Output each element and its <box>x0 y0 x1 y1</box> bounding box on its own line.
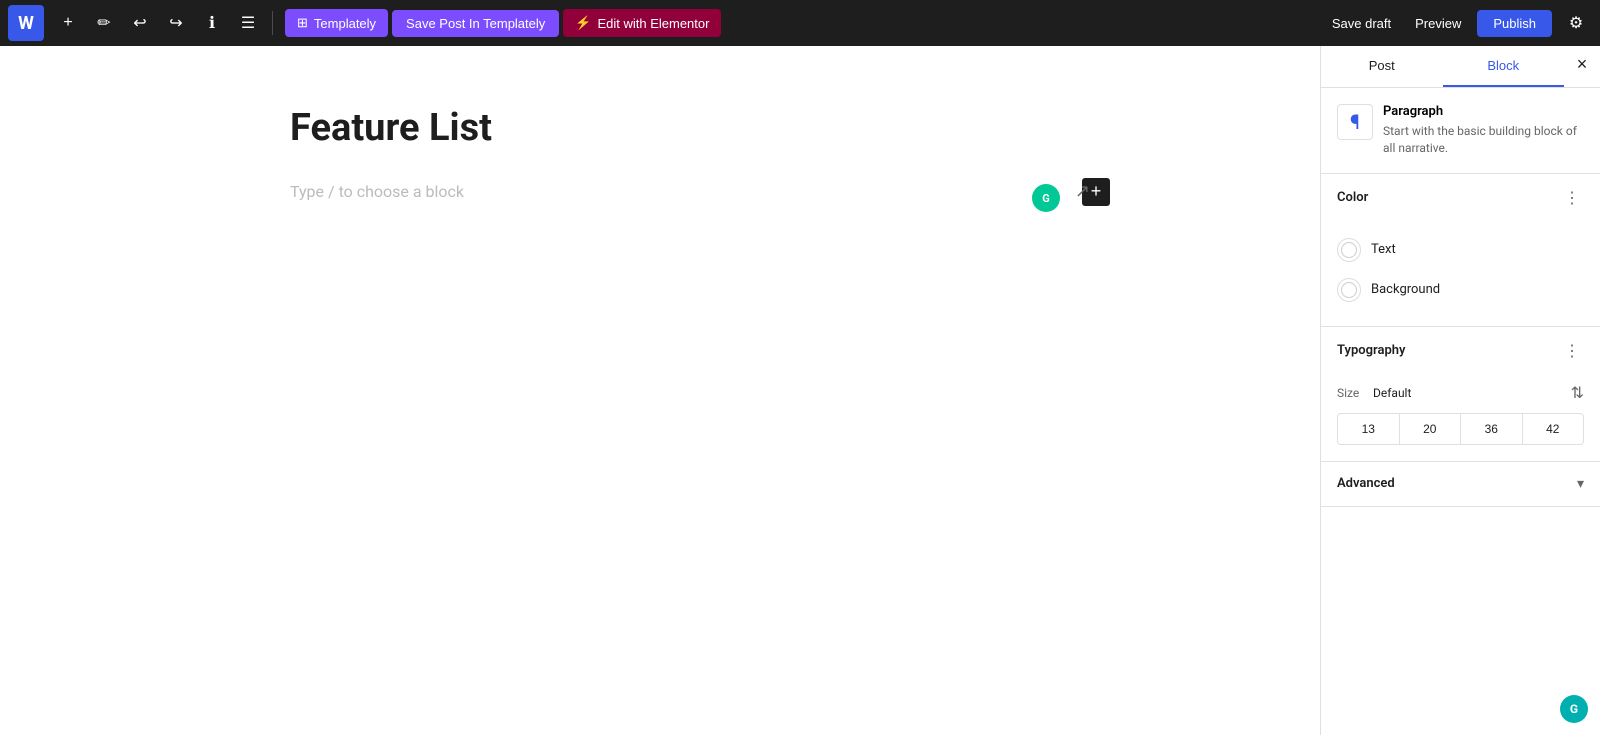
text-color-swatch[interactable] <box>1337 238 1361 262</box>
tab-block-label: Block <box>1487 58 1519 73</box>
background-color-swatch[interactable] <box>1337 278 1361 302</box>
publish-label: Publish <box>1493 16 1536 31</box>
font-size-preset-13[interactable]: 13 <box>1338 414 1400 444</box>
block-info-text: Paragraph Start with the basic building … <box>1383 104 1584 157</box>
typography-section-header[interactable]: Typography ⋮ <box>1321 327 1600 375</box>
add-block-toolbar-button[interactable]: + <box>52 7 84 39</box>
text-color-inner <box>1341 242 1357 258</box>
block-paragraph-icon: ¶ <box>1337 104 1373 140</box>
sidebar: Post Block × ¶ Paragraph Start with the … <box>1320 46 1600 735</box>
main-layout: Feature List Type / to choose a block + … <box>0 46 1600 735</box>
color-section-actions: ⋮ <box>1560 186 1584 210</box>
settings-button[interactable]: ⚙ <box>1560 7 1592 39</box>
save-draft-label: Save draft <box>1332 16 1391 31</box>
background-color-inner <box>1341 282 1357 298</box>
save-draft-button[interactable]: Save draft <box>1324 10 1399 37</box>
font-size-preset-36[interactable]: 36 <box>1461 414 1523 444</box>
typography-section-label: Typography <box>1337 343 1406 358</box>
block-placeholder[interactable]: Type / to choose a block + <box>290 182 1030 201</box>
font-size-presets: 13 20 36 42 <box>1337 413 1584 445</box>
grammarly-bottom-badge[interactable]: G <box>1560 695 1588 723</box>
tab-block[interactable]: Block <box>1443 46 1565 87</box>
add-block-inline-button[interactable]: + <box>1082 178 1110 206</box>
grammarly-title-badge: G <box>1032 184 1060 212</box>
typography-section-menu-button[interactable]: ⋮ <box>1560 339 1584 363</box>
editor-area[interactable]: Feature List Type / to choose a block + … <box>0 46 1320 735</box>
font-size-preset-42[interactable]: 42 <box>1523 414 1584 444</box>
block-info: ¶ Paragraph Start with the basic buildin… <box>1321 88 1600 174</box>
color-section-header[interactable]: Color ⋮ <box>1321 174 1600 222</box>
preview-button[interactable]: Preview <box>1407 10 1469 37</box>
color-section-label: Color <box>1337 190 1368 205</box>
font-size-value: Default <box>1373 386 1563 400</box>
color-option-background: Background <box>1337 270 1584 310</box>
color-section-body: Text Background <box>1321 222 1600 326</box>
save-post-templately-button[interactable]: Save Post In Templately <box>392 10 559 37</box>
typography-section-actions: ⋮ <box>1560 339 1584 363</box>
undo-button[interactable]: ↩ <box>124 7 156 39</box>
editor-content: Feature List Type / to choose a block + <box>250 106 1070 201</box>
placeholder-text: Type / to choose a block <box>290 182 464 201</box>
advanced-chevron-icon: ▾ <box>1577 476 1584 492</box>
block-description: Start with the basic building block of a… <box>1383 123 1584 157</box>
font-size-row: Size Default ⇅ <box>1337 383 1584 403</box>
save-post-label: Save Post In Templately <box>406 16 545 31</box>
toolbar-right: Save draft Preview Publish ⚙ <box>1324 7 1592 39</box>
close-icon: × <box>1577 54 1588 75</box>
sidebar-close-button[interactable]: × <box>1564 46 1600 82</box>
post-title[interactable]: Feature List <box>290 106 1030 150</box>
color-section-menu-button[interactable]: ⋮ <box>1560 186 1584 210</box>
templately-icon: ⊞ <box>297 15 308 31</box>
toolbar-divider-1 <box>272 11 273 35</box>
font-size-label: Size <box>1337 386 1365 400</box>
advanced-section: Advanced ▾ <box>1321 462 1600 507</box>
block-name: Paragraph <box>1383 104 1584 119</box>
font-size-adjust-button[interactable]: ⇅ <box>1571 383 1584 403</box>
sidebar-tabs: Post Block × <box>1321 46 1600 88</box>
tab-post-label: Post <box>1369 58 1395 73</box>
typography-section-body: Size Default ⇅ 13 20 36 42 <box>1321 375 1600 461</box>
color-section: Color ⋮ Text Background <box>1321 174 1600 327</box>
templately-button[interactable]: ⊞ Templately <box>285 9 388 37</box>
advanced-section-header[interactable]: Advanced ▾ <box>1321 462 1600 506</box>
elementor-icon: ⚡ <box>575 15 591 31</box>
tab-post[interactable]: Post <box>1321 46 1443 87</box>
edit-elementor-button[interactable]: ⚡ Edit with Elementor <box>563 9 721 37</box>
background-color-label: Background <box>1371 282 1440 297</box>
toolbar: W + ✏ ↩ ↪ ℹ ☰ ⊞ Templately Save Post In … <box>0 0 1600 46</box>
preview-label: Preview <box>1415 16 1461 31</box>
text-color-label: Text <box>1371 242 1396 257</box>
info-button[interactable]: ℹ <box>196 7 228 39</box>
wp-logo[interactable]: W <box>8 5 44 41</box>
paragraph-icon: ¶ <box>1350 110 1360 134</box>
settings-icon: ⚙ <box>1569 13 1583 33</box>
elementor-label: Edit with Elementor <box>597 16 709 31</box>
redo-button[interactable]: ↪ <box>160 7 192 39</box>
publish-button[interactable]: Publish <box>1477 10 1552 37</box>
templately-label: Templately <box>314 16 376 31</box>
list-view-button[interactable]: ☰ <box>232 7 264 39</box>
advanced-section-label: Advanced <box>1337 476 1395 491</box>
tools-button[interactable]: ✏ <box>88 7 120 39</box>
color-option-text: Text <box>1337 230 1584 270</box>
font-size-preset-20[interactable]: 20 <box>1400 414 1462 444</box>
wp-logo-text: W <box>18 13 34 34</box>
typography-section: Typography ⋮ Size Default ⇅ 13 20 36 42 <box>1321 327 1600 462</box>
